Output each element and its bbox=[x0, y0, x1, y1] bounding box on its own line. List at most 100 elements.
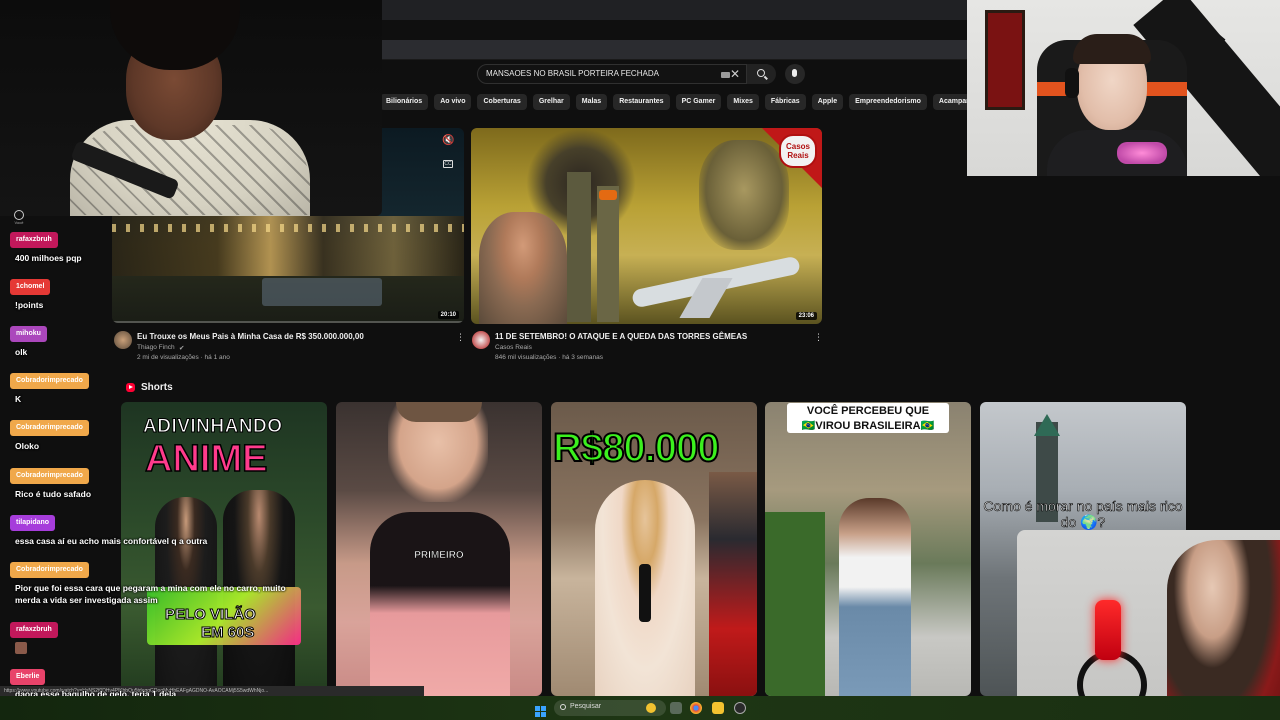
keyboard-icon[interactable] bbox=[721, 72, 730, 78]
search-icon bbox=[560, 704, 566, 710]
captions-icon[interactable]: CC bbox=[443, 160, 453, 168]
filter-chips-bar: Bilionários Ao vivo Coberturas Grelhar M… bbox=[380, 94, 994, 110]
chat-username[interactable]: mihoku bbox=[10, 326, 47, 342]
voice-search-button[interactable] bbox=[785, 64, 805, 84]
chip-empreendedorismo[interactable]: Empreendedorismo bbox=[849, 94, 927, 110]
user-icon[interactable] bbox=[14, 210, 24, 220]
pool-image bbox=[262, 278, 382, 306]
chat-username[interactable]: rafaxzbruh bbox=[10, 622, 58, 638]
short-card[interactable]: R$80.000 bbox=[551, 402, 757, 696]
person-image bbox=[839, 498, 911, 696]
video-thumbnail[interactable]: Casos Reais 23:06 bbox=[471, 128, 822, 324]
chip-ao-vivo[interactable]: Ao vivo bbox=[434, 94, 472, 110]
search-icon bbox=[757, 69, 765, 77]
short-caption: ANIME bbox=[144, 437, 268, 481]
short-caption: EM 60S bbox=[200, 624, 255, 642]
wall-frame-image bbox=[985, 10, 1025, 110]
search-button[interactable] bbox=[746, 64, 776, 84]
search-input[interactable]: MANSAOES NO BRASIL PORTEIRA FECHADA bbox=[486, 69, 659, 78]
channel-name[interactable]: Casos Reais bbox=[495, 344, 532, 351]
short-card[interactable]: PRIMEIRO bbox=[336, 402, 542, 696]
short-caption: R$80.000 bbox=[552, 425, 720, 471]
chat-username[interactable]: Eberlie bbox=[10, 669, 46, 685]
chat-message: Oloko bbox=[15, 441, 40, 451]
short-card[interactable]: VOCÊ PERCEBEU QUE 🇧🇷VIROU BRASILEIRA🇧🇷 bbox=[765, 402, 971, 696]
headset-image bbox=[1065, 68, 1079, 98]
person-image bbox=[1167, 540, 1280, 720]
chat-sidebar: Você bbox=[8, 210, 30, 225]
chat-username[interactable]: 1chomel bbox=[10, 279, 51, 295]
chip-mixes[interactable]: Mixes bbox=[727, 94, 759, 110]
short-card[interactable]: ADIVINHANDO ANIME PELO VILÃO EM 60S bbox=[121, 402, 327, 696]
channel-name[interactable]: Thiago Finch bbox=[137, 344, 175, 351]
more-options-icon[interactable]: ⋮ bbox=[456, 333, 465, 342]
video-duration: 20:10 bbox=[437, 311, 459, 319]
chip-grelhar[interactable]: Grelhar bbox=[532, 94, 570, 110]
tower-image bbox=[597, 186, 619, 322]
channel-avatar[interactable] bbox=[114, 331, 132, 349]
taskbar-search[interactable]: Pesquisar bbox=[554, 700, 666, 716]
chip-bilionarios[interactable]: Bilionários bbox=[380, 94, 429, 110]
chip-coberturas[interactable]: Coberturas bbox=[477, 94, 527, 110]
chat-message: olk bbox=[15, 347, 28, 357]
caption-box: VOCÊ PERCEBEU QUE 🇧🇷VIROU BRASILEIRA🇧🇷 bbox=[787, 403, 949, 433]
hair-image bbox=[1073, 34, 1151, 64]
short-caption: PRIMEIRO bbox=[414, 550, 464, 562]
chat-message: Pior que foi essa cara que pegaram a min… bbox=[15, 583, 286, 593]
video-meta: 846 mil visualizações · há 3 semanas bbox=[495, 354, 604, 361]
short-caption: PELO VILÃO bbox=[165, 606, 257, 624]
file-explorer-icon[interactable] bbox=[712, 702, 724, 714]
dress-image bbox=[370, 512, 510, 696]
more-options-icon[interactable]: ⋮ bbox=[814, 333, 823, 342]
preview-progress-bar[interactable] bbox=[112, 321, 464, 323]
chat-username[interactable]: tilapidano bbox=[10, 515, 56, 531]
chip-apple[interactable]: Apple bbox=[811, 94, 844, 110]
task-view-icon[interactable] bbox=[670, 702, 682, 714]
tree-image bbox=[765, 512, 825, 696]
microphone-image bbox=[1095, 600, 1121, 660]
chat-username[interactable]: Cobradorimprecado bbox=[10, 468, 89, 484]
mute-icon[interactable]: 🔇 bbox=[442, 136, 454, 146]
fire-image bbox=[599, 190, 617, 200]
mansion-lights bbox=[112, 224, 464, 232]
chat-username[interactable]: Cobradorimprecado bbox=[10, 562, 89, 578]
hair-image bbox=[396, 402, 482, 422]
short-caption: 🇧🇷VIROU BRASILEIRA🇧🇷 bbox=[801, 420, 935, 432]
shorts-icon bbox=[126, 383, 135, 392]
chat-side-label: Você bbox=[14, 220, 24, 225]
chat-message: essa casa aí eu acho mais confortável q … bbox=[15, 536, 208, 546]
taskbar-search-placeholder: Pesquisar bbox=[570, 703, 602, 710]
chat-message: !points bbox=[15, 300, 44, 310]
second-webcam bbox=[1017, 530, 1280, 720]
chip-restaurantes[interactable]: Restaurantes bbox=[613, 94, 670, 110]
app-icon[interactable] bbox=[734, 702, 746, 714]
chat-username[interactable]: Cobradorimprecado bbox=[10, 420, 89, 436]
video-title[interactable]: 11 DE SETEMBRO! O ATAQUE E A QUEDA DAS T… bbox=[495, 332, 747, 341]
streamer-webcam bbox=[0, 0, 382, 216]
guest-webcam bbox=[967, 0, 1280, 176]
chat-username[interactable]: Cobradorimprecado bbox=[10, 373, 89, 389]
chrome-icon[interactable] bbox=[690, 702, 702, 714]
shorts-label: Shorts bbox=[141, 382, 173, 393]
clear-search-icon[interactable]: ✕ bbox=[730, 67, 740, 81]
search-box[interactable]: MANSAOES NO BRASIL PORTEIRA FECHADA ✕ bbox=[477, 64, 775, 84]
chat-username[interactable]: rafaxzbruh bbox=[10, 232, 58, 248]
short-caption: VOCÊ PERCEBEU QUE bbox=[806, 405, 930, 417]
person-image bbox=[709, 472, 757, 696]
short-caption: Como é morar no país mais rico do 🌍? bbox=[983, 498, 1183, 531]
microphone-image bbox=[639, 564, 651, 622]
chat-message: Rico é tudo safado bbox=[15, 489, 92, 499]
video-title[interactable]: Eu Trouxe os Meus Pais à Minha Casa de R… bbox=[137, 332, 364, 341]
microphone-image bbox=[1117, 142, 1167, 164]
chat-message: 400 milhoes pqp bbox=[15, 253, 82, 263]
video-meta: 2 mi de visualizações · há 1 ano bbox=[137, 354, 230, 361]
tower-image bbox=[567, 172, 591, 322]
channel-badge: Casos Reais bbox=[779, 134, 817, 168]
chip-malas[interactable]: Malas bbox=[575, 94, 608, 110]
chip-fabricas[interactable]: Fábricas bbox=[764, 94, 806, 110]
windows-start-icon[interactable] bbox=[535, 706, 546, 717]
chat-message: K bbox=[15, 394, 22, 404]
screen: MANSAOES NO BRASIL PORTEIRA FECHADA ✕ Bi… bbox=[0, 0, 1280, 720]
chip-pc-gamer[interactable]: PC Gamer bbox=[675, 94, 722, 110]
channel-avatar[interactable] bbox=[472, 331, 490, 349]
